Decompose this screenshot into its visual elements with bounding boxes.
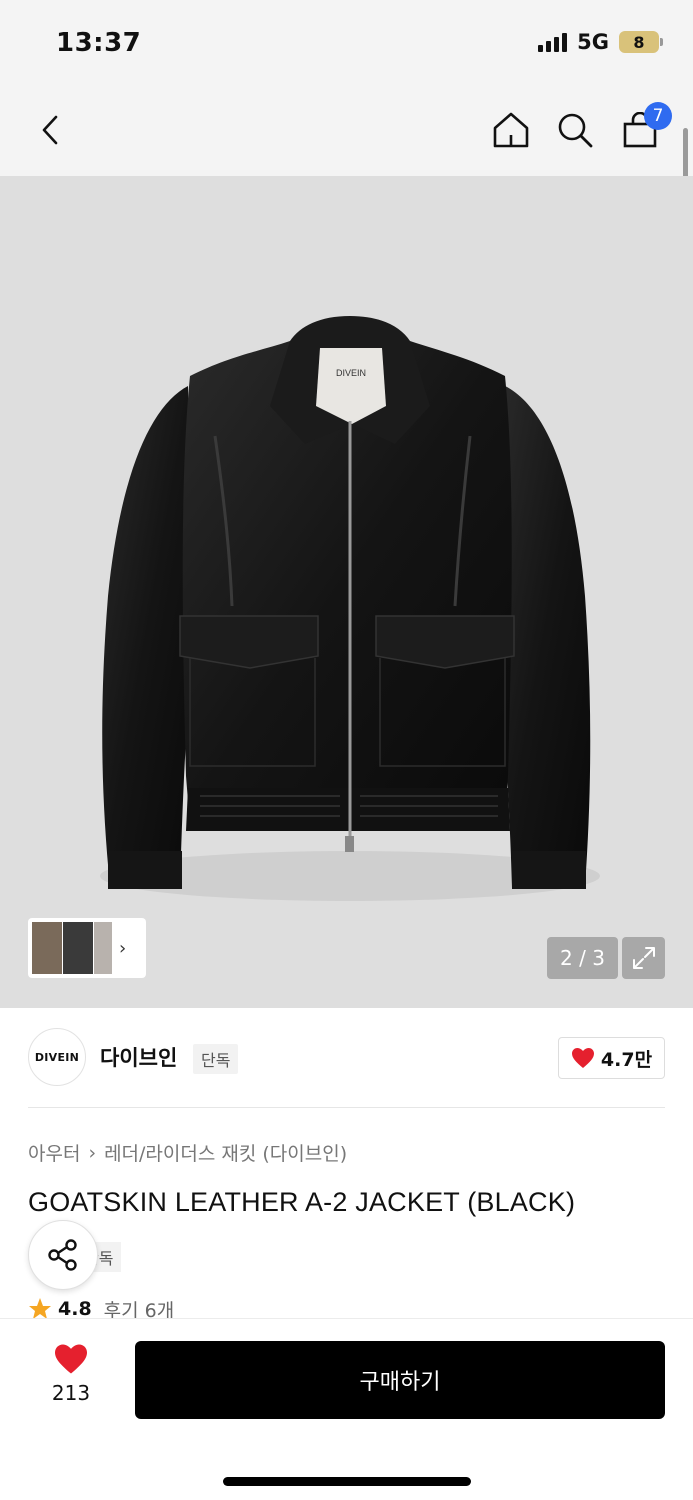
- brand-logo[interactable]: DIVEIN: [28, 1028, 86, 1086]
- network-type: 5G: [577, 30, 609, 54]
- jacket-brand-label: DIVEIN: [336, 368, 366, 378]
- thumbnail-strip[interactable]: ›: [28, 918, 146, 978]
- breadcrumb-item[interactable]: 아우터: [28, 1139, 80, 1166]
- heart-icon: [571, 1048, 594, 1068]
- rating-value: 4.8: [58, 1298, 92, 1320]
- jacket-image: DIVEIN: [100, 316, 600, 901]
- share-button[interactable]: [28, 1220, 98, 1290]
- expand-icon[interactable]: [622, 937, 665, 979]
- product-title: GOATSKIN LEATHER A-2 JACKET (BLACK): [28, 1187, 576, 1217]
- signal-icon: [538, 32, 568, 52]
- home-indicator[interactable]: [223, 1477, 471, 1486]
- back-icon[interactable]: [28, 108, 72, 152]
- thumbnail-3[interactable]: [94, 922, 112, 974]
- review-count[interactable]: 후기 6개: [104, 1298, 175, 1321]
- breadcrumb-item[interactable]: 레더/라이더스 재킷 (다이브인): [104, 1139, 347, 1166]
- cart-icon[interactable]: 7: [618, 102, 672, 152]
- chevron-right-icon: ›: [88, 1141, 97, 1164]
- brand-like-button[interactable]: 4.7만: [558, 1037, 665, 1079]
- thumbnail-2[interactable]: [63, 922, 93, 974]
- share-icon: [48, 1239, 77, 1271]
- battery-icon: 8: [619, 31, 663, 53]
- status-time: 13:37: [56, 28, 142, 58]
- heart-icon: [55, 1344, 87, 1374]
- nav-bar: 7: [0, 88, 693, 176]
- rating-row[interactable]: 4.8 후기 6개: [28, 1298, 174, 1320]
- brand-name[interactable]: 다이브인: [100, 1042, 177, 1072]
- brand-row: DIVEIN 다이브인 단독 4.7만: [28, 1028, 665, 1086]
- home-icon[interactable]: [489, 108, 533, 152]
- search-icon[interactable]: [553, 108, 597, 152]
- wishlist-button[interactable]: 213: [40, 1343, 102, 1405]
- buy-button[interactable]: 구매하기: [135, 1341, 665, 1419]
- status-bar: 13:37 5G 8: [0, 0, 693, 88]
- cart-count-badge: 7: [644, 102, 672, 130]
- image-counter: 2 / 3: [547, 937, 618, 979]
- brand-like-count: 4.7만: [600, 1048, 653, 1071]
- bottom-action-bar: 213 구매하기: [0, 1318, 693, 1500]
- divider: [28, 1107, 665, 1108]
- wishlist-count: 213: [51, 1381, 91, 1405]
- star-icon: [29, 1298, 51, 1319]
- chevron-right-icon[interactable]: ›: [119, 938, 126, 959]
- breadcrumb: 아우터 › 레더/라이더스 재킷 (다이브인): [28, 1139, 347, 1166]
- battery-level: 8: [633, 32, 645, 52]
- brand-exclusive-tag: 단독: [193, 1044, 239, 1074]
- product-image-gallery[interactable]: DIVEIN › 2 / 3: [0, 176, 693, 1008]
- status-indicators: 5G 8: [538, 30, 663, 54]
- thumbnail-1[interactable]: [32, 922, 62, 974]
